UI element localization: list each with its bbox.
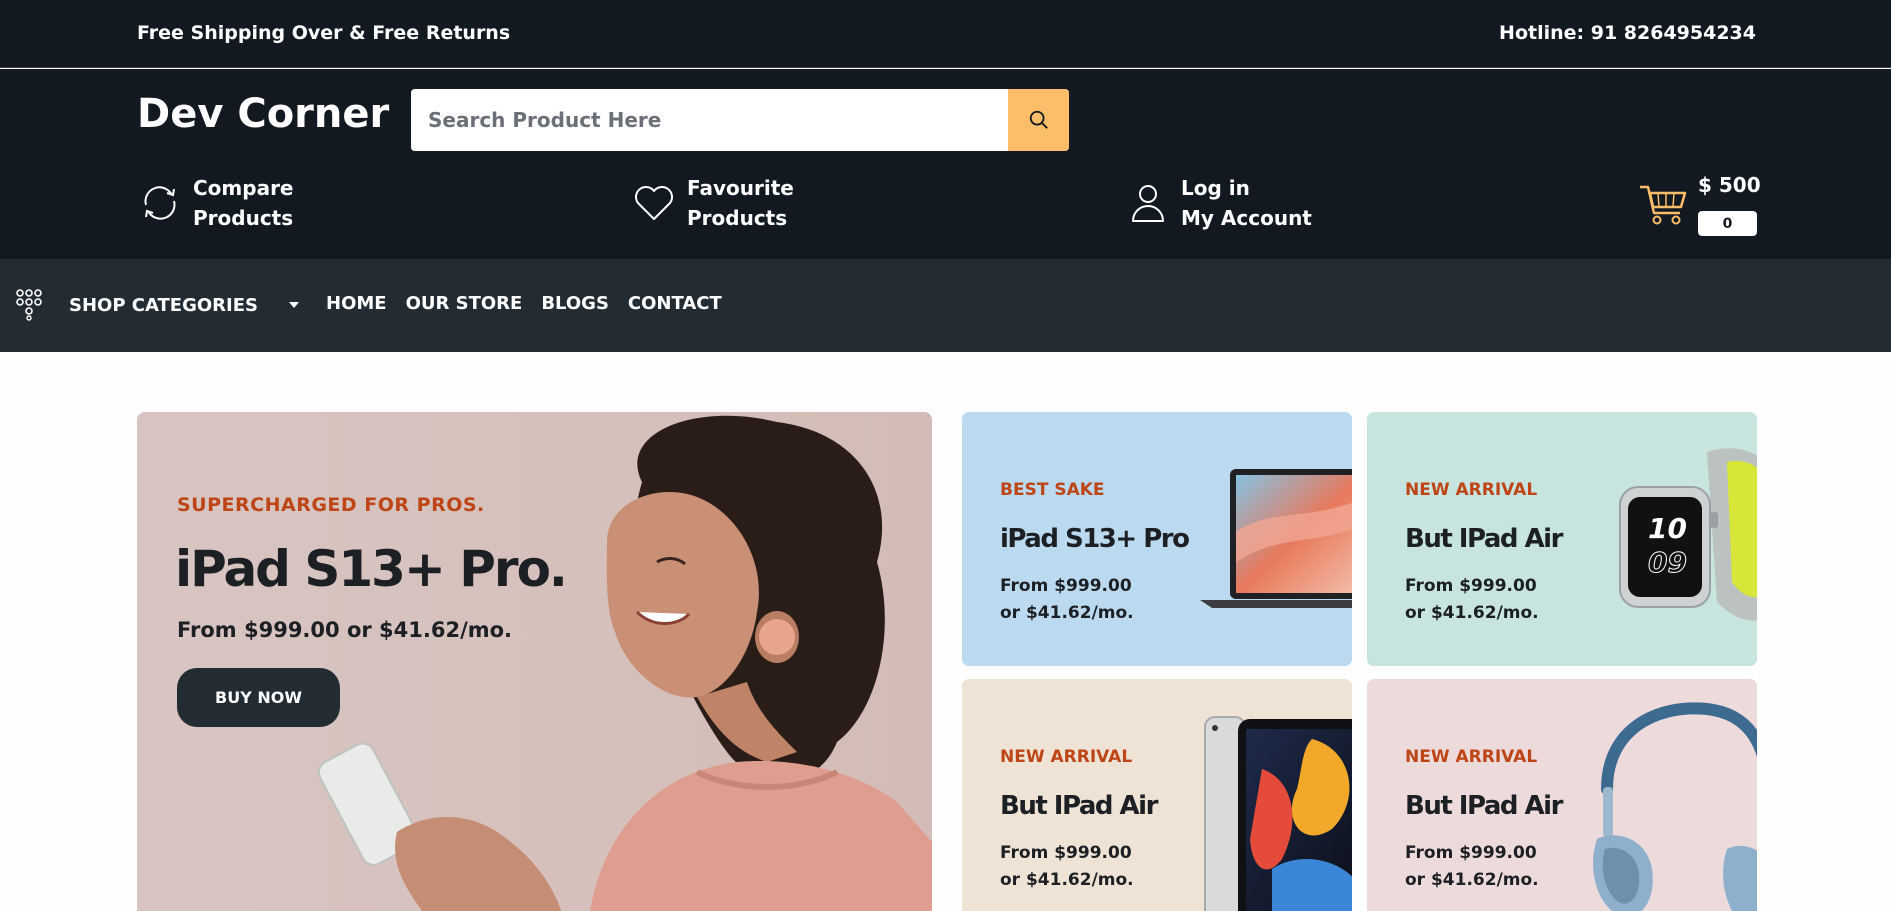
main-nav: SHOP CATEGORIES HOME OUR STORE BLOGS CON… (0, 259, 1891, 352)
card-kicker: BEST SAKE (1000, 480, 1105, 500)
shop-categories-dropdown[interactable]: SHOP CATEGORIES (15, 289, 300, 321)
nav-our-store[interactable]: OUR STORE (406, 293, 523, 314)
card-title: iPad S13+ Pro (1000, 524, 1190, 554)
card-price: From $999.00 (1405, 843, 1537, 863)
card-price-monthly: or $41.62/mo. (1000, 603, 1134, 623)
promo-card[interactable]: NEW ARRIVAL But IPad Air From $999.00 or… (962, 679, 1352, 911)
site-logo[interactable]: Dev Corner (137, 91, 389, 137)
grid-dots-icon (16, 289, 42, 321)
search-bar (411, 89, 1069, 151)
account-link[interactable]: Log in My Account (1125, 173, 1312, 233)
favourite-label-2: Products (687, 206, 788, 230)
shop-categories-label: SHOP CATEGORIES (69, 294, 258, 316)
hero-price: From $999.00 or $41.62/mo. (177, 618, 513, 642)
hotline[interactable]: Hotline: 91 8264954234 (1499, 22, 1756, 44)
promo-card[interactable]: NEW ARRIVAL But IPad Air From $999.00 or… (1367, 679, 1757, 911)
hero-title: iPad S13+ Pro. (175, 540, 568, 598)
favourite-label-1: Favourite (687, 176, 794, 200)
card-price-monthly: or $41.62/mo. (1000, 870, 1134, 890)
caret-down-icon (289, 302, 299, 308)
card-title: But IPad Air (1405, 524, 1563, 554)
headphones-image (1593, 702, 1757, 911)
main-content: SUPERCHARGED FOR PROS. iPad S13+ Pro. Fr… (0, 352, 1891, 911)
my-account-label: My Account (1181, 206, 1312, 230)
tablet-image (1204, 716, 1352, 911)
favourite-products-link[interactable]: Favourite Products (631, 173, 794, 233)
cart[interactable]: $ 500 0 (1638, 173, 1761, 243)
card-price: From $999.00 (1405, 576, 1537, 596)
user-icon (1125, 178, 1171, 228)
card-price-monthly: or $41.62/mo. (1405, 870, 1539, 890)
smartwatch-image: 10 09 (1619, 448, 1757, 621)
svg-text:09: 09 (1648, 546, 1687, 579)
card-title: But IPad Air (1000, 791, 1158, 821)
card-price: From $999.00 (1000, 576, 1132, 596)
card-price-monthly: or $41.62/mo. (1405, 603, 1539, 623)
header: Dev Corner Compare Products (0, 69, 1891, 259)
compare-label-2: Products (193, 206, 294, 230)
cart-count-badge: 0 (1698, 211, 1757, 236)
cart-icon (1640, 185, 1687, 225)
hero-kicker: SUPERCHARGED FOR PROS. (177, 494, 485, 516)
card-title: But IPad Air (1405, 791, 1563, 821)
shipping-promo: Free Shipping Over & Free Returns (137, 22, 511, 44)
nav-home[interactable]: HOME (326, 293, 387, 314)
top-bar: Free Shipping Over & Free Returns Hotlin… (0, 0, 1891, 68)
compare-products-link[interactable]: Compare Products (137, 173, 294, 233)
search-icon (1029, 110, 1048, 129)
heart-icon (631, 178, 677, 228)
search-input[interactable] (411, 89, 1009, 151)
nav-contact[interactable]: CONTACT (628, 293, 722, 314)
card-kicker: NEW ARRIVAL (1405, 747, 1538, 767)
hero-banner[interactable]: SUPERCHARGED FOR PROS. iPad S13+ Pro. Fr… (137, 412, 932, 911)
promo-card[interactable]: BEST SAKE iPad S13+ Pro From $999.00 or … (962, 412, 1352, 666)
buy-now-button[interactable]: BUY NOW (177, 668, 340, 727)
svg-text:10: 10 (1648, 512, 1687, 545)
search-button[interactable] (1008, 89, 1069, 151)
login-label: Log in (1181, 176, 1250, 200)
card-kicker: NEW ARRIVAL (1000, 747, 1133, 767)
hero-model-image (137, 412, 932, 911)
promo-card[interactable]: 10 09 NEW ARRIVAL But IPad Air From $999… (1367, 412, 1757, 666)
card-price: From $999.00 (1000, 843, 1132, 863)
cart-total: $ 500 (1698, 173, 1761, 197)
nav-blogs[interactable]: BLOGS (541, 293, 609, 314)
compare-label-1: Compare (193, 176, 294, 200)
card-kicker: NEW ARRIVAL (1405, 480, 1538, 500)
compare-icon (137, 178, 183, 228)
nav-menu: HOME OUR STORE BLOGS CONTACT (326, 293, 741, 314)
